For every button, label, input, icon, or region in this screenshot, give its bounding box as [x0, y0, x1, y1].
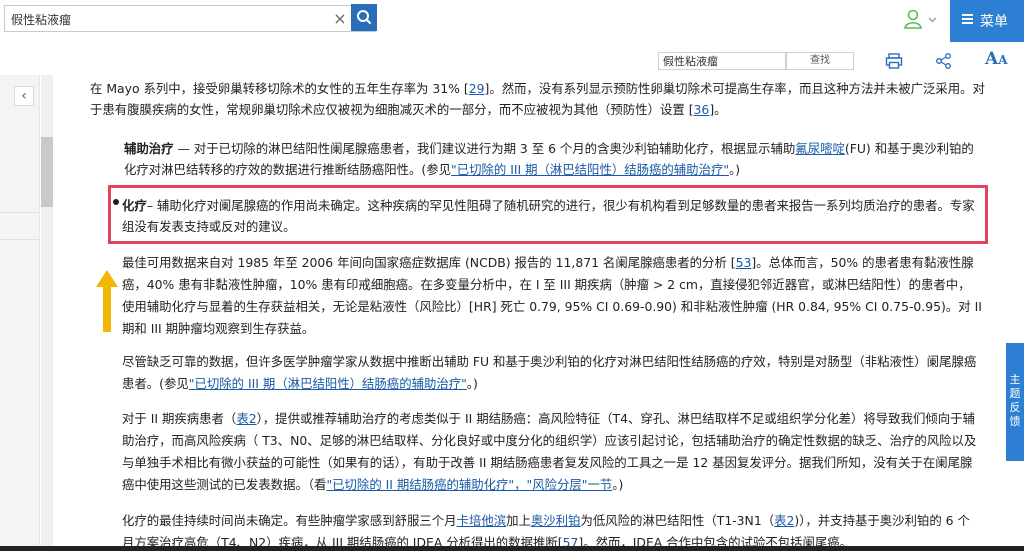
text: 。)	[729, 162, 741, 177]
font-size-icon[interactable]: AA	[985, 49, 1008, 69]
drug-link[interactable]: 奥沙利铂	[531, 513, 581, 528]
text: – 辅助化疗对阑尾腺癌的作用尚未确定。这种疾病的罕见性阻碍了随机研究的进行，很少…	[122, 198, 975, 234]
print-icon[interactable]	[885, 53, 903, 69]
window-bottom-edge	[0, 546, 1024, 551]
topic-link[interactable]: "已切除的 III 期（淋巴结阳性）结肠癌的辅助治疗"	[451, 162, 729, 177]
paragraph-stage-ii: 对于 II 期疾病患者（表2），提供或推荐辅助治疗的考虑类似于 II 期结肠癌：…	[122, 408, 982, 496]
section-title: 辅助治疗	[124, 141, 174, 156]
reference-link[interactable]: 29	[469, 81, 485, 96]
sidebar-scrollbar-thumb[interactable]	[41, 137, 53, 207]
up-arrow-icon	[96, 270, 118, 332]
text: 加上	[506, 513, 531, 528]
text: 。)	[612, 477, 624, 492]
table-link[interactable]: 表2	[774, 513, 794, 528]
search-icon	[357, 10, 372, 25]
section-title: 化疗	[122, 198, 147, 213]
user-menu[interactable]	[903, 9, 943, 31]
topic-link[interactable]: "已切除的 II 期结肠癌的辅助化疗"，"风险分层"一节	[326, 477, 612, 492]
search-box: ×	[4, 5, 376, 32]
text: 为低风险的淋巴结阳性（T1-3N1（	[580, 513, 775, 528]
paragraph-adjuvant: 辅助治疗 — 对于已切除的淋巴结阳性阑尾腺癌患者，我们建议进行为期 3 至 6 …	[124, 138, 985, 180]
text: 。)	[466, 376, 478, 391]
text: ]。	[709, 102, 727, 117]
user-icon	[904, 9, 937, 29]
text: 化疗的最佳持续时间尚未确定。有些肿瘤学家感到舒服三个月	[122, 513, 457, 528]
paragraph-mayo: 在 Mayo 系列中，接受卵巢转移切除术的女性的五年生存率为 31% [29 ]。…	[90, 78, 985, 120]
table-link[interactable]: 表2	[236, 411, 256, 426]
text: 对于 II 期疾病患者（	[122, 411, 237, 426]
top-bar: × 菜单	[0, 0, 1024, 42]
find-in-page-input[interactable]	[658, 52, 786, 70]
feedback-tab[interactable]: 主题反馈	[1006, 343, 1024, 461]
drug-link[interactable]: 氟尿嘧啶	[795, 141, 845, 156]
paragraph-extrapolation: 尽管缺乏可靠的数据，但许多医学肿瘤学家从数据中推断出辅助 FU 和基于奥沙利铂的…	[122, 351, 982, 395]
paragraph-ncdb: 最佳可用数据来自对 1985 年至 2006 年间向国家癌症数据库 (NCDB)…	[122, 252, 982, 340]
text: 最佳可用数据来自对 1985 年至 2006 年间向国家癌症数据库 (NCDB)…	[122, 255, 736, 270]
left-sidebar	[0, 75, 40, 551]
sidebar-divider	[0, 239, 40, 240]
clear-search-icon[interactable]: ×	[330, 9, 350, 29]
search-button[interactable]	[351, 4, 377, 31]
paragraph-chemo: 化疗– 辅助化疗对阑尾腺癌的作用尚未确定。这种疾病的罕见性阻碍了随机研究的进行，…	[122, 195, 982, 237]
share-icon[interactable]	[935, 53, 953, 69]
collapse-sidebar-button[interactable]: ‹	[14, 86, 34, 106]
topic-link[interactable]: "已切除的 III 期（淋巴结阳性）结肠癌的辅助治疗"	[189, 376, 467, 391]
reference-link[interactable]: 36	[694, 102, 710, 117]
reference-link[interactable]: 53	[736, 255, 752, 270]
text: — 对于已切除的淋巴结阳性阑尾腺癌患者，我们建议进行为期 3 至 6 个月的含奥…	[173, 141, 796, 156]
drug-link[interactable]: 卡培他滨	[457, 513, 507, 528]
hamburger-icon	[962, 14, 973, 24]
menu-label: 菜单	[980, 14, 1008, 30]
search-input[interactable]	[11, 10, 321, 28]
find-button[interactable]: 查找	[786, 52, 854, 70]
text: 在 Mayo 系列中，接受卵巢转移切除术的女性的五年生存率为 31% [	[90, 81, 469, 96]
menu-button[interactable]: 菜单	[950, 0, 1024, 42]
sidebar-divider	[0, 212, 40, 213]
bullet-icon	[113, 199, 119, 205]
